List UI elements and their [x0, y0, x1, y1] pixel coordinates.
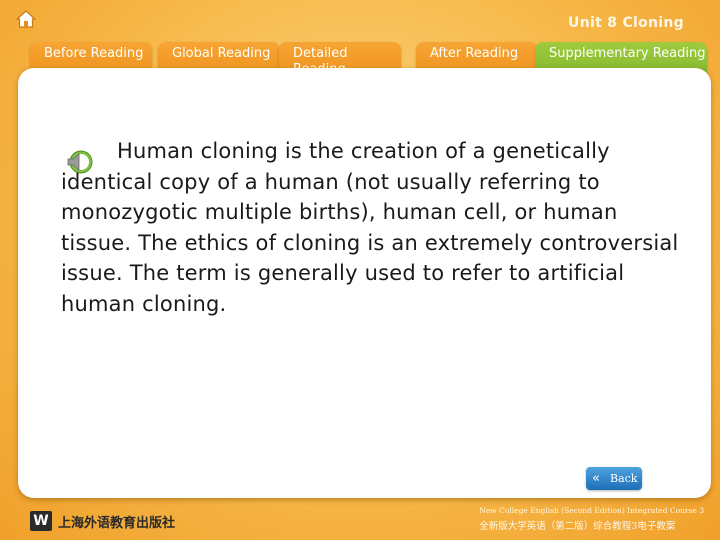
course-footer: New College English (Second Edition) Int…: [479, 506, 704, 532]
course-title-chinese: 全新版大学英语（第二版）综合教程3电子教案: [479, 521, 676, 532]
publisher-name: 上海外语教育出版社: [58, 515, 176, 531]
back-button[interactable]: « Back: [586, 467, 642, 490]
double-chevron-left-icon: «: [592, 471, 600, 486]
home-icon[interactable]: [16, 10, 36, 28]
tab-label: Supplementary Reading: [549, 46, 706, 61]
tab-label: Global Reading: [172, 46, 271, 61]
publisher-logo: W 上海外语教育出版社: [30, 509, 175, 533]
publisher-mark: W: [30, 511, 52, 531]
tab-label: After Reading: [430, 46, 519, 61]
tab-label: Before Reading: [44, 46, 144, 61]
back-label: Back: [610, 472, 638, 485]
passage-text: Human cloning is the creation of a genet…: [61, 139, 679, 316]
course-title-english: New College English (Second Edition) Int…: [479, 506, 704, 515]
unit-title: Unit 8 Cloning: [568, 15, 684, 31]
